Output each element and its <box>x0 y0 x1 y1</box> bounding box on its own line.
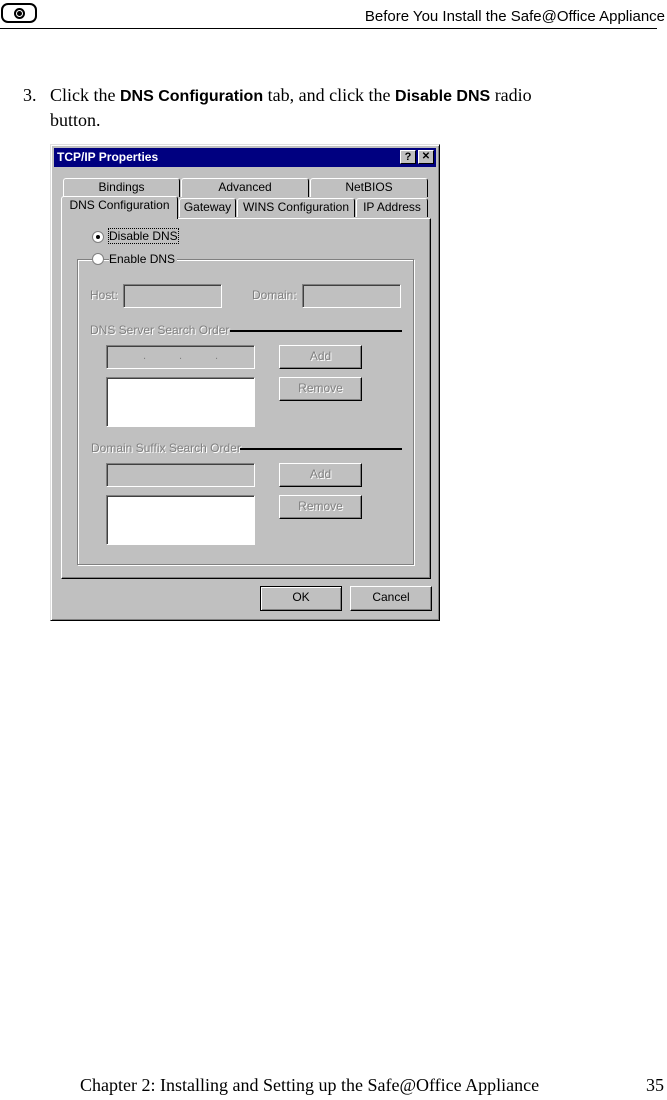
dns-configuration-panel: Disable DNS Enable DNS Host: Domain: DNS… <box>61 218 431 579</box>
enable-dns-label[interactable]: Enable DNS <box>109 252 178 266</box>
domain-suffix-group-label: Domain Suffix Search Order <box>91 441 241 455</box>
disable-dns-label[interactable]: Disable DNS <box>108 228 179 244</box>
enable-dns-radio[interactable] <box>92 253 104 265</box>
dns-server-list[interactable] <box>106 377 255 427</box>
tcpip-properties-dialog: TCP/IP Properties ? ✕ Bindings Advanced … <box>50 144 440 621</box>
step-text-part: tab, and click the <box>263 85 396 105</box>
domain-suffix-list[interactable] <box>106 495 255 545</box>
tab-ip-address[interactable]: IP Address <box>356 198 428 217</box>
footer-chapter: Chapter 2: Installing and Setting up the… <box>80 1075 540 1095</box>
tab-netbios[interactable]: NetBIOS <box>310 178 428 197</box>
page-header-title: Before You Install the Safe@Office Appli… <box>364 8 665 25</box>
domain-suffix-remove-button[interactable]: Remove <box>279 495 362 519</box>
step-bold-tab: DNS Configuration <box>120 88 264 105</box>
step-text-part: Click the <box>50 85 120 105</box>
cancel-button[interactable]: Cancel <box>350 586 432 611</box>
header-divider <box>0 28 657 29</box>
step-bold-radio: Disable DNS <box>395 88 491 105</box>
tab-dns-configuration[interactable]: DNS Configuration <box>61 196 178 219</box>
ok-button[interactable]: OK <box>260 586 342 611</box>
help-button[interactable]: ? <box>400 150 416 164</box>
host-label: Host: <box>90 288 119 302</box>
domain-suffix-input[interactable] <box>106 463 255 487</box>
step-number: 3. <box>23 85 37 105</box>
tab-advanced[interactable]: Advanced <box>181 178 309 197</box>
domain-input[interactable] <box>302 284 401 308</box>
step-text-line2: button. <box>50 110 101 130</box>
dns-server-ip-input[interactable]: . . . <box>106 345 255 369</box>
disable-dns-radio[interactable] <box>92 231 104 243</box>
close-button[interactable]: ✕ <box>418 150 434 164</box>
step-text-part: radio <box>490 85 532 105</box>
domain-label: Domain: <box>252 288 297 302</box>
host-input[interactable] <box>123 284 222 308</box>
tab-gateway[interactable]: Gateway <box>179 198 236 217</box>
tab-wins-configuration[interactable]: WINS Configuration <box>237 198 355 217</box>
dns-server-group-label: DNS Server Search Order <box>90 323 230 337</box>
dns-server-separator <box>230 330 402 332</box>
tab-bindings[interactable]: Bindings <box>63 178 180 197</box>
dialog-title: TCP/IP Properties <box>57 150 159 164</box>
footer-page-number: 35 <box>646 1075 664 1095</box>
domain-suffix-add-button[interactable]: Add <box>279 463 362 487</box>
step-text: Click the DNS Configuration tab, and cli… <box>50 83 620 109</box>
dns-server-remove-button[interactable]: Remove <box>279 377 362 401</box>
dialog-titlebar[interactable]: TCP/IP Properties ? ✕ <box>54 148 436 167</box>
dns-server-add-button[interactable]: Add <box>279 345 362 369</box>
safe-office-logo-icon <box>1 3 37 23</box>
domain-suffix-separator <box>240 448 402 450</box>
